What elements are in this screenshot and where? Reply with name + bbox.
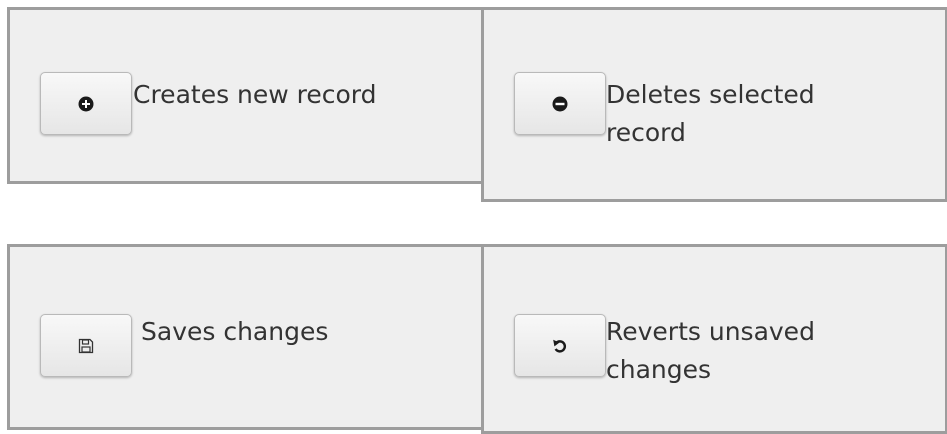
help-cell-revert: Reverts unsaved changes [481,244,947,434]
save-button[interactable] [40,314,132,377]
minus-circle-icon [552,96,568,112]
help-cell-new: Creates new record [7,7,484,184]
help-cell-save: Saves changes [7,244,484,430]
delete-record-button[interactable] [514,72,606,135]
revert-button[interactable] [514,314,606,377]
revert-description: Reverts unsaved changes [606,317,815,384]
delete-record-description: Deletes selected record [606,80,815,147]
new-record-button[interactable] [40,72,132,135]
plus-circle-icon [78,96,94,112]
undo-icon [552,338,568,354]
help-cell-delete: Deletes selected record [481,7,947,202]
save-description: Saves changes [141,317,329,346]
save-icon [78,338,94,354]
new-record-description: Creates new record [133,80,377,109]
